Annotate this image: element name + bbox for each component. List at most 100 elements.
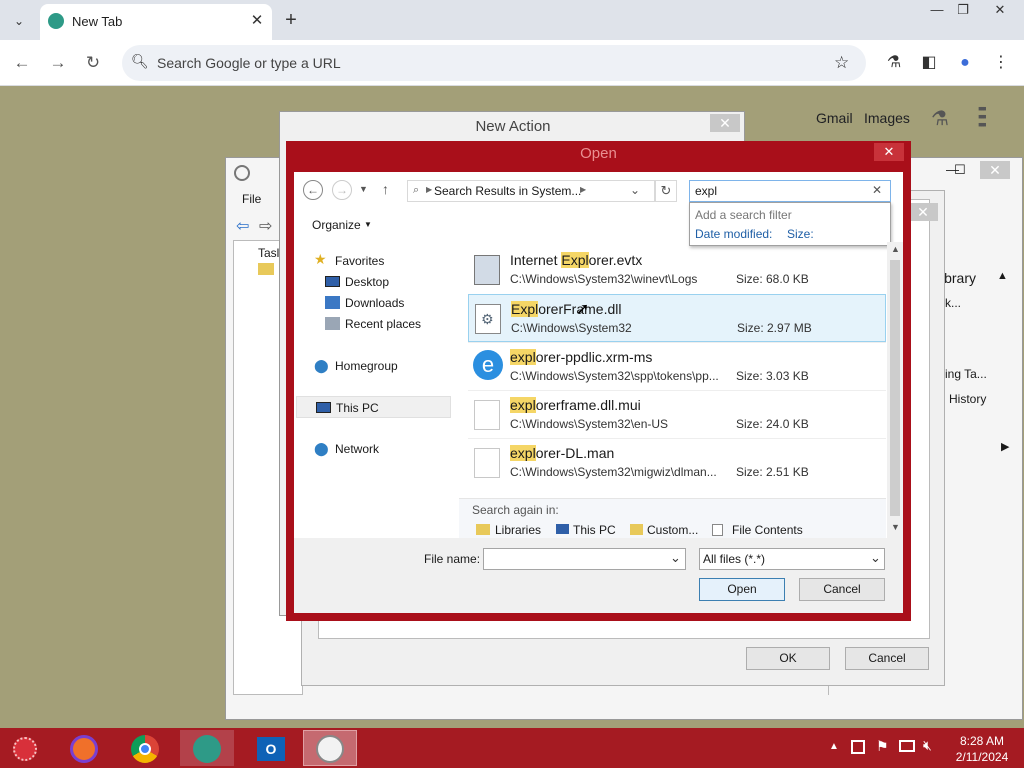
internet-explorer-icon: e [473, 350, 503, 380]
gmail-link[interactable]: Gmail [816, 110, 853, 126]
clock-icon [316, 735, 344, 763]
up-arrow-icon[interactable]: ↑ [382, 181, 389, 197]
open-button[interactable]: Open [699, 578, 785, 601]
network-tray-icon[interactable] [899, 740, 915, 752]
speaker-muted-icon[interactable]: 🔇︎ [923, 737, 932, 754]
reload-button[interactable]: ↻ [82, 52, 104, 74]
file-type-value: All files (*.*) [703, 552, 766, 566]
search-input[interactable]: expl ✕ [689, 180, 891, 202]
nav-downloads[interactable]: Downloads [345, 296, 404, 310]
actions-item-history[interactable]: History [949, 392, 986, 406]
tree-item[interactable]: Tasl [258, 246, 279, 260]
file-row[interactable]: Internet Explorer.evtx C:\Windows\System… [468, 246, 886, 294]
nav-homegroup[interactable]: Homegroup [335, 359, 398, 373]
search-this-pc-link[interactable]: This PC [573, 523, 616, 537]
clock-tray[interactable]: 8:28 AM 2/11/2024 [950, 733, 1014, 765]
new-action-cancel-button[interactable]: Cancel [845, 647, 929, 670]
tab-title: New Tab [72, 14, 123, 29]
chevron-down-icon[interactable]: ⌄ [630, 183, 640, 197]
search-again-label: Search again in: [472, 503, 559, 517]
star-icon: ★ [314, 251, 327, 267]
labs-flask-icon[interactable]: ⚗ [883, 52, 905, 74]
forward-button[interactable]: → [47, 52, 69, 74]
taskbar-task-scheduler[interactable] [303, 730, 357, 766]
nav-desktop[interactable]: Desktop [345, 275, 389, 289]
file-row[interactable]: e explorer-ppdlic.xrm-ms C:\Windows\Syst… [468, 342, 886, 390]
file-name: ExplorerFrame.dll [511, 301, 622, 317]
ok-button[interactable]: OK [746, 647, 830, 670]
dialog-footer: File name: ⌄ All files (*.*) ⌄ Open Canc… [294, 538, 903, 613]
bg-close-button[interactable]: ✕ [980, 161, 1010, 179]
search-custom-link[interactable]: Custom... [647, 523, 698, 537]
new-action-close-button[interactable]: ✕ [710, 114, 740, 132]
filter-size[interactable]: Size: [787, 227, 814, 241]
actions-library[interactable]: ibrary [941, 270, 976, 286]
browser-toolbar: ← → ↻ 🔍︎ Search Google or type a URL ☆ ⚗… [0, 40, 1024, 86]
chevron-down-icon: ⌄ [13, 14, 25, 28]
show-hidden-icons[interactable]: ▲ [829, 741, 839, 752]
nav-network[interactable]: Network [335, 442, 379, 456]
chevron-down-icon[interactable]: ⌄ [870, 550, 881, 566]
labs-flask-icon[interactable]: ⚗ [931, 106, 949, 131]
search-file-contents-link[interactable]: File Contents [732, 523, 803, 537]
bg-restore[interactable]: ☐ [954, 162, 966, 178]
file-row[interactable]: explorerframe.dll.mui C:\Windows\System3… [468, 390, 886, 438]
start-button[interactable] [0, 730, 54, 766]
back-button[interactable]: ← [303, 180, 323, 200]
file-type-select[interactable]: All files (*.*) ⌄ [699, 548, 885, 570]
search-icon: 🔍︎ [131, 53, 149, 69]
expand-arrow-icon[interactable]: ▶ [1001, 440, 1009, 453]
forward-arrow-icon[interactable]: ⇨ [259, 216, 272, 236]
window-close-button[interactable]: ✕ [985, 2, 1015, 20]
organize-button[interactable]: Organize [312, 218, 361, 232]
file-row-selected[interactable]: ⚙ ExplorerFrame.dll C:\Windows\System32 … [468, 294, 886, 342]
profile-avatar-icon[interactable]: ● [954, 52, 976, 74]
new-tab-button[interactable]: + [280, 10, 302, 32]
taskbar-chrome[interactable] [118, 730, 172, 766]
collapse-icon[interactable]: ▲ [997, 270, 1008, 282]
open-dialog-close-button[interactable]: ✕ [874, 143, 904, 161]
back-arrow-icon[interactable]: ⇦ [236, 216, 249, 236]
taskbar-firefox[interactable] [58, 730, 112, 766]
actions-item[interactable]: k... [945, 296, 961, 310]
forward-button[interactable]: → [332, 180, 352, 200]
action-center-icon[interactable] [851, 740, 865, 754]
menu-file[interactable]: File [242, 192, 261, 206]
chrome-menu-icon[interactable]: ⋮ [990, 52, 1012, 74]
recent-dropdown-icon[interactable]: ▼ [359, 184, 368, 194]
side-panel-icon[interactable]: ◧ [918, 52, 940, 74]
scroll-thumb[interactable] [890, 260, 900, 516]
cancel-button[interactable]: Cancel [799, 578, 885, 601]
omnibox[interactable]: 🔍︎ Search Google or type a URL ☆ [122, 45, 866, 81]
file-row[interactable]: explorer-DL.man C:\Windows\System32\migw… [468, 438, 886, 486]
back-button[interactable]: ← [11, 52, 33, 74]
nav-recent-places[interactable]: Recent places [345, 317, 421, 331]
filter-date-modified[interactable]: Date modified: [695, 227, 772, 241]
scroll-up-icon[interactable]: ▲ [891, 244, 900, 254]
downloads-icon [325, 296, 340, 309]
small-close-button[interactable]: ✕ [908, 203, 938, 221]
vertical-scrollbar[interactable]: ▲ ▼ [887, 242, 903, 538]
scroll-down-icon[interactable]: ▼ [891, 522, 900, 532]
nav-favorites[interactable]: Favorites [335, 254, 384, 268]
start-orb-icon [13, 737, 37, 761]
actions-item[interactable]: ing Ta... [945, 367, 987, 381]
taskbar-outlook[interactable]: O [243, 730, 297, 766]
tab-search-button[interactable]: ⌄ [8, 10, 30, 32]
restore-button[interactable]: ❐ [948, 2, 978, 20]
nav-this-pc-row[interactable]: This PC [296, 396, 451, 418]
address-breadcrumb[interactable]: ⌕ ▶ Search Results in System... ▶ ⌄ [407, 180, 655, 202]
taskbar-app-teal[interactable] [180, 730, 234, 766]
bookmark-star-icon[interactable]: ☆ [834, 53, 849, 73]
search-libraries-link[interactable]: Libraries [495, 523, 541, 537]
clear-search-icon[interactable]: ✕ [872, 183, 882, 197]
flag-icon[interactable]: ⚑ [876, 738, 889, 755]
chevron-down-icon[interactable]: ⌄ [670, 550, 681, 566]
file-name-input[interactable]: ⌄ [483, 548, 686, 570]
images-link[interactable]: Images [864, 110, 910, 126]
tab-close-button[interactable]: ✕ [248, 12, 266, 30]
this-pc-icon [316, 402, 331, 413]
tab-new-tab[interactable]: New Tab ✕ [40, 4, 272, 40]
google-apps-icon[interactable]: ▪▪▪ ▪▪▪ ▪▪▪ [978, 101, 1002, 131]
refresh-button[interactable]: ↻ [655, 180, 677, 202]
